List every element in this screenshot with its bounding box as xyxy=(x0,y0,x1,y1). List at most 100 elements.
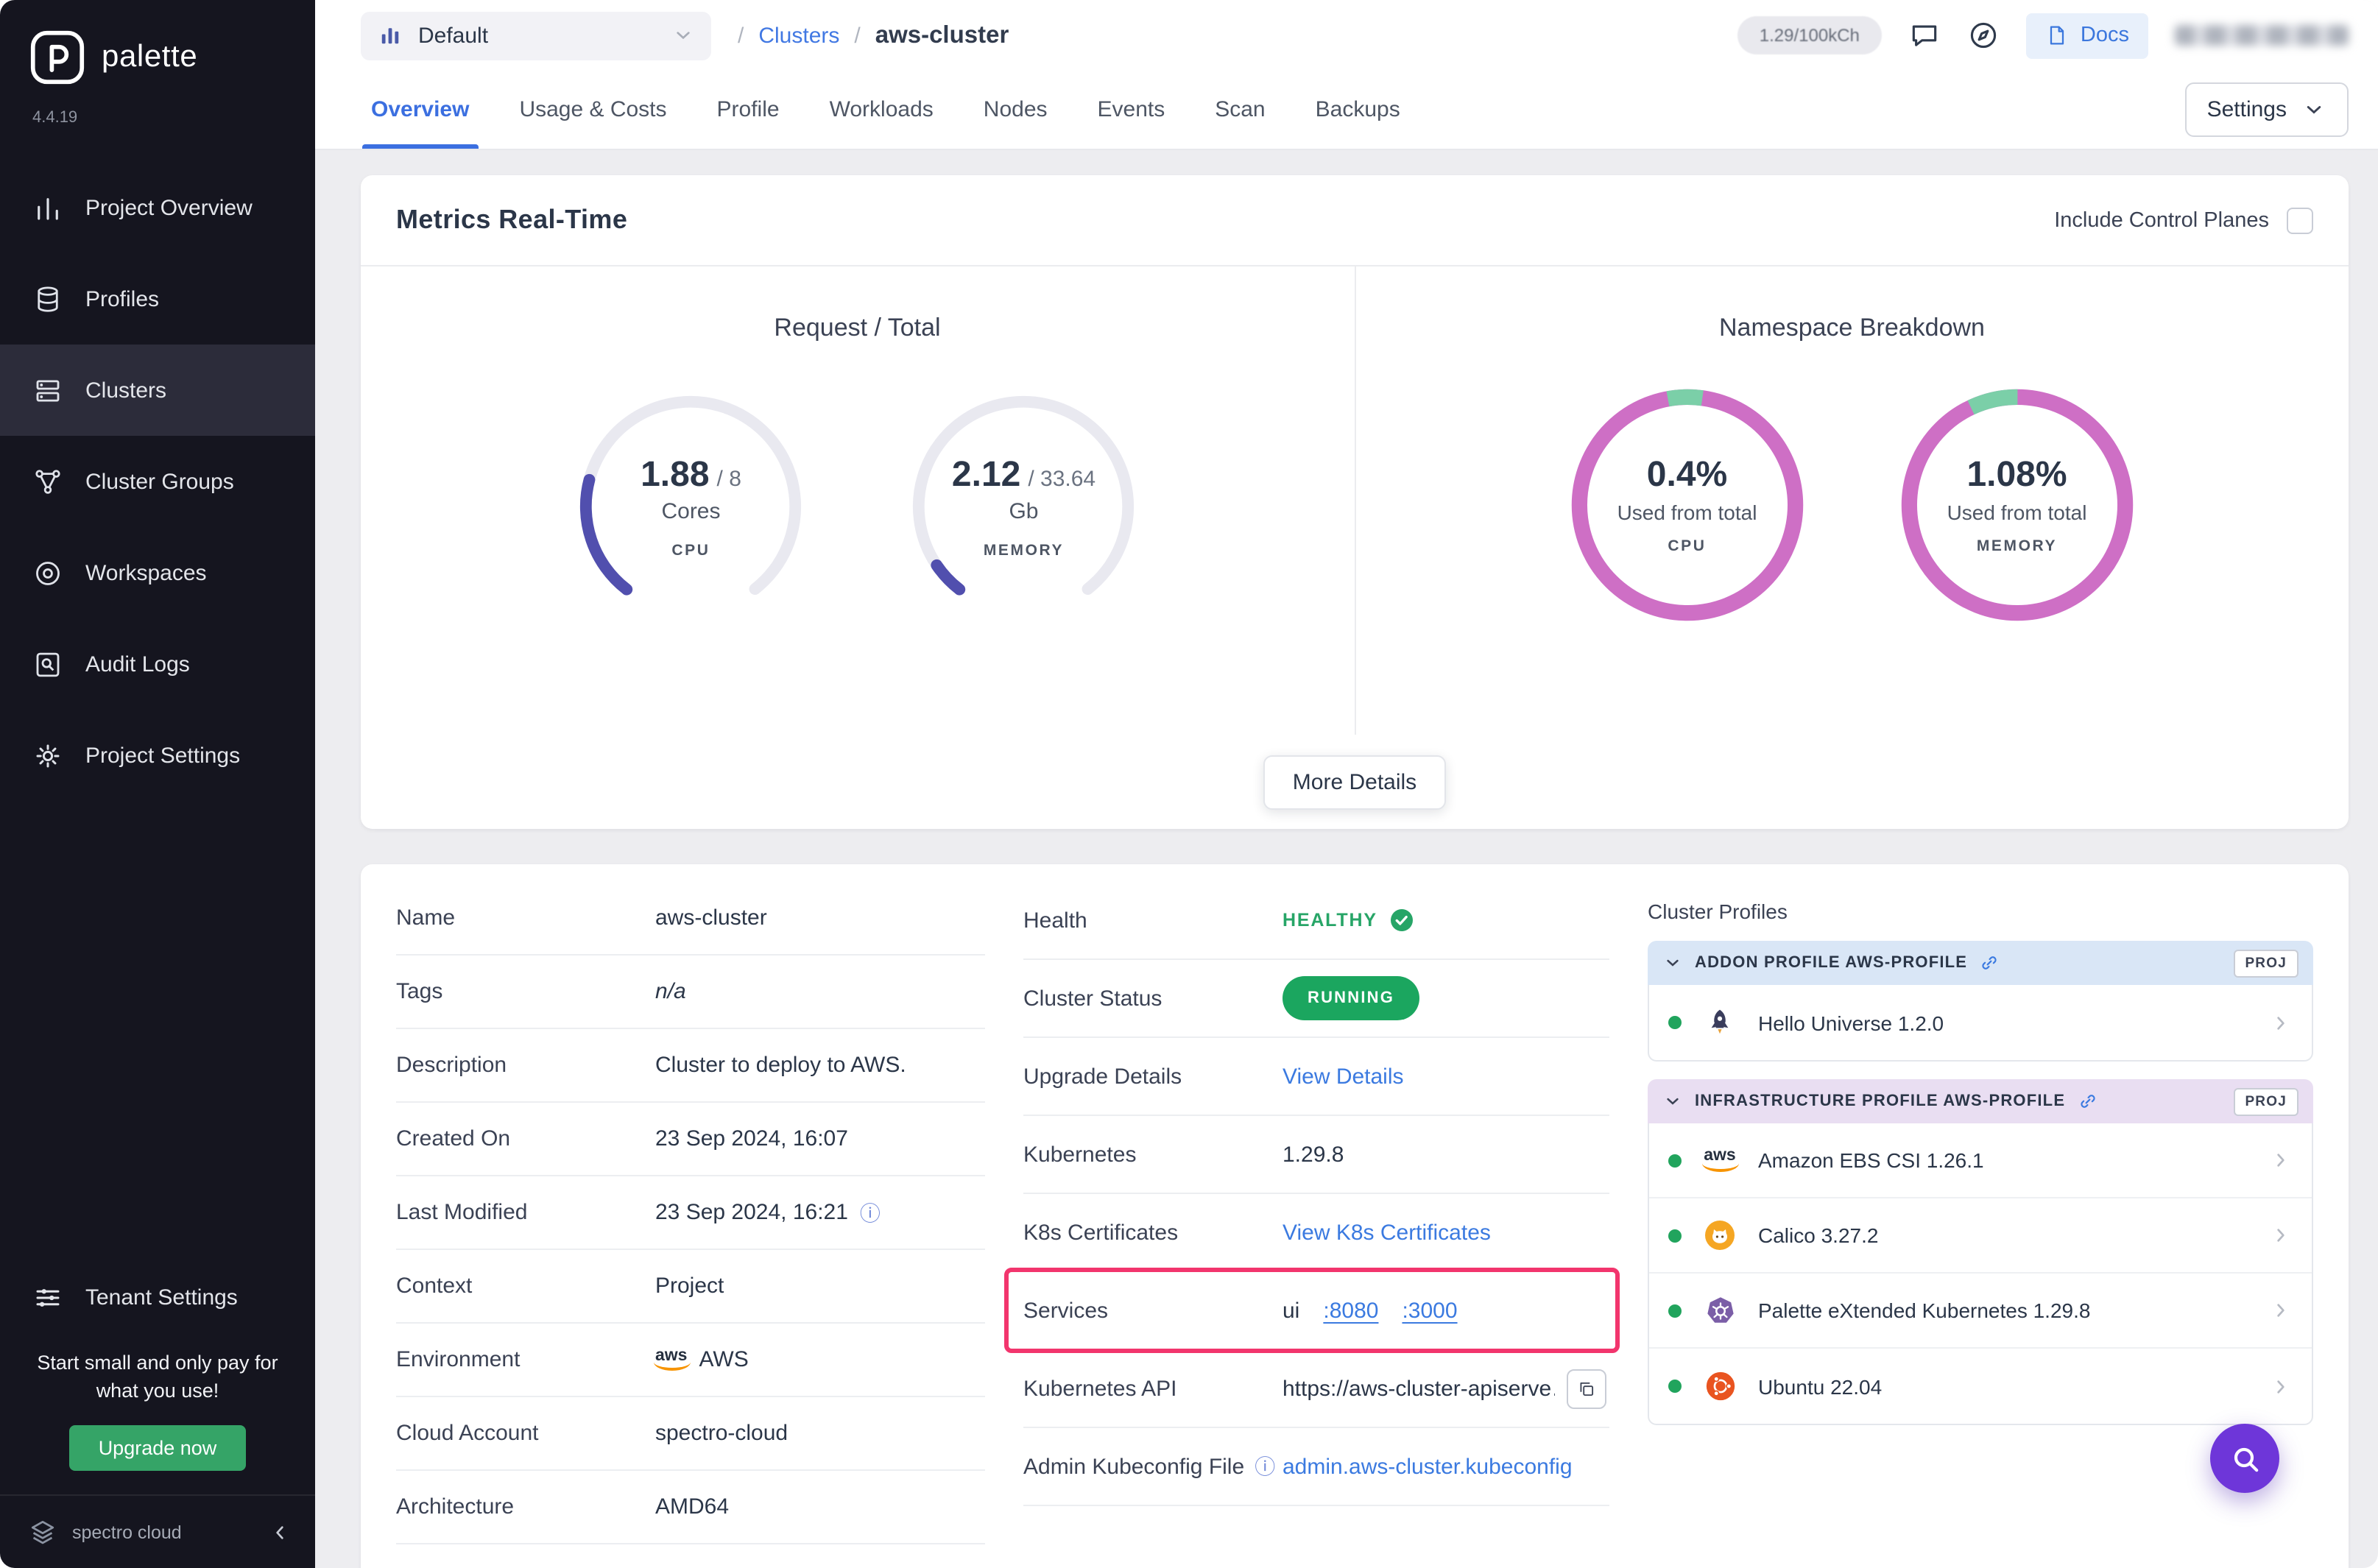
profile-item-ubuntu[interactable]: Ubuntu 22.04 xyxy=(1649,1349,2312,1424)
view-k8s-certificates-link[interactable]: View K8s Certificates xyxy=(1283,1220,1491,1245)
view-details-link[interactable]: View Details xyxy=(1283,1064,1404,1089)
aws-icon: aws xyxy=(655,1349,688,1371)
donuts-row: 0.4% Used from total CPU xyxy=(1567,384,2138,626)
profile-item-hello-universe[interactable]: Hello Universe 1.2.0 xyxy=(1649,985,2312,1060)
gauges-row: 1.88/ 8 Cores CPU xyxy=(575,390,1140,623)
profile-item-name: Ubuntu 22.04 xyxy=(1758,1374,1882,1398)
addon-profile-label: ADDON PROFILE AWS-PROFILE xyxy=(1695,954,1967,972)
memory-donut: 1.08% Used from total MEMORY xyxy=(1897,384,2138,626)
sidebar: palette 4.4.19 Project Overview Profiles… xyxy=(0,0,315,1568)
upgrade-now-button[interactable]: Upgrade now xyxy=(69,1425,247,1471)
docs-button[interactable]: Docs xyxy=(2026,13,2148,58)
profile-item-palette-extended-kubernetes[interactable]: Palette eXtended Kubernetes 1.29.8 xyxy=(1649,1274,2312,1349)
row-label: Cloud Account xyxy=(396,1421,655,1446)
detail-row-created-on: Created On 23 Sep 2024, 16:07 xyxy=(396,1103,985,1176)
chat-icon[interactable] xyxy=(1908,19,1941,52)
row-value: aws-cluster xyxy=(655,905,767,930)
search-icon xyxy=(2227,1441,2262,1476)
chevron-right-icon xyxy=(2269,1374,2293,1398)
document-icon xyxy=(2045,24,2069,47)
service-name: ui xyxy=(1283,1298,1299,1323)
detail-row-kubernetes-api: Kubernetes API https://aws-cluster-apise… xyxy=(1023,1350,1609,1428)
tab-backups[interactable]: Backups xyxy=(1291,71,1425,149)
tab-workloads[interactable]: Workloads xyxy=(805,71,959,149)
metrics-title: Metrics Real-Time xyxy=(396,205,627,236)
copy-button[interactable] xyxy=(1567,1369,1606,1408)
cluster-profiles-title: Cluster Profiles xyxy=(1648,900,2313,923)
bar-chart-icon xyxy=(32,192,63,223)
cpu-total-value: / 8 xyxy=(717,466,741,491)
sidebar-item-tenant-settings[interactable]: Tenant Settings xyxy=(0,1256,315,1338)
settings-button[interactable]: Settings xyxy=(2185,82,2349,137)
api-endpoint: https://aws-cluster-apiserve… xyxy=(1283,1376,1555,1401)
tab-usage-costs[interactable]: Usage & Costs xyxy=(494,71,691,149)
detail-row-name: Name aws-cluster xyxy=(396,882,985,956)
breadcrumb-clusters-link[interactable]: Clusters xyxy=(758,23,839,48)
palette-logo-icon xyxy=(29,29,85,85)
sidebar-item-label: Project Settings xyxy=(85,743,240,768)
chevron-down-icon xyxy=(671,24,695,47)
sidebar-item-project-settings[interactable]: Project Settings xyxy=(0,710,315,801)
sidebar-item-clusters[interactable]: Clusters xyxy=(0,345,315,436)
detail-row-services: Services ui :8080 :3000 xyxy=(1023,1272,1609,1350)
infrastructure-profile-header[interactable]: INFRASTRUCTURE PROFILE AWS-PROFILE PROJ xyxy=(1648,1079,2313,1123)
more-details-button[interactable]: More Details xyxy=(1263,755,1446,809)
collapse-sidebar-icon[interactable] xyxy=(268,1520,292,1544)
request-total-panel: Request / Total 1.88/ 8 Cores xyxy=(361,266,1355,735)
profile-item-calico[interactable]: Calico 3.27.2 xyxy=(1649,1198,2312,1274)
project-selector[interactable]: Default xyxy=(361,11,711,60)
cpu-used-value: 1.88 xyxy=(641,454,709,495)
detail-row-upgrade-details: Upgrade Details View Details xyxy=(1023,1038,1609,1116)
tab-events[interactable]: Events xyxy=(1073,71,1190,149)
calico-icon xyxy=(1701,1216,1739,1254)
sidebar-item-audit-logs[interactable]: Audit Logs xyxy=(0,618,315,710)
info-icon[interactable]: ⓘ xyxy=(1255,1456,1275,1477)
profile-item-name: Amazon EBS CSI 1.26.1 xyxy=(1758,1148,1984,1172)
sidebar-item-project-overview[interactable]: Project Overview xyxy=(0,162,315,253)
status-dot-green xyxy=(1668,1229,1682,1242)
sidebar-item-cluster-groups[interactable]: Cluster Groups xyxy=(0,436,315,527)
service-port-3000-link[interactable]: :3000 xyxy=(1402,1298,1457,1323)
tabbar: Overview Usage & Costs Profile Workloads… xyxy=(315,71,2378,150)
app-version: 4.4.19 xyxy=(0,85,315,127)
row-label: Last Modified xyxy=(396,1200,655,1225)
breadcrumb-separator: / xyxy=(738,23,744,48)
status-dot-green xyxy=(1668,1304,1682,1317)
info-icon[interactable]: ⓘ xyxy=(860,1202,881,1223)
sidebar-item-workspaces[interactable]: Workspaces xyxy=(0,527,315,618)
profile-item-amazon-ebs-csi[interactable]: aws Amazon EBS CSI 1.26.1 xyxy=(1649,1123,2312,1198)
profile-item-name: Palette eXtended Kubernetes 1.29.8 xyxy=(1758,1299,2090,1322)
chevron-down-icon xyxy=(2301,97,2326,122)
chevron-down-icon[interactable] xyxy=(1662,953,1683,973)
kubeconfig-download-link[interactable]: admin.aws-cluster.kubeconfig xyxy=(1283,1454,1573,1479)
search-fab-button[interactable] xyxy=(2210,1424,2279,1493)
rocket-icon xyxy=(1701,1003,1739,1042)
tab-overview[interactable]: Overview xyxy=(346,71,494,149)
link-icon[interactable] xyxy=(1979,953,2000,973)
addon-profile-header[interactable]: ADDON PROFILE AWS-PROFILE PROJ xyxy=(1648,941,2313,985)
compass-icon[interactable] xyxy=(1967,19,2000,52)
memory-donut-label: MEMORY xyxy=(1977,537,2057,555)
row-label: Admin Kubeconfig File xyxy=(1023,1454,1244,1479)
control-planes-checkbox[interactable] xyxy=(2287,207,2313,233)
chevron-down-icon[interactable] xyxy=(1662,1091,1683,1112)
service-port-8080-link[interactable]: :8080 xyxy=(1323,1298,1378,1323)
metrics-footer: More Details xyxy=(361,735,2349,829)
status-dot-green xyxy=(1668,1016,1682,1029)
detail-row-kubernetes: Kubernetes 1.29.8 xyxy=(1023,1116,1609,1194)
proj-badge: PROJ xyxy=(2233,1087,2298,1115)
project-chart-icon xyxy=(377,22,403,49)
tab-nodes[interactable]: Nodes xyxy=(959,71,1073,149)
tab-scan[interactable]: Scan xyxy=(1190,71,1290,149)
sidebar-bottom: Tenant Settings Start small and only pay… xyxy=(0,1256,315,1568)
tab-profile[interactable]: Profile xyxy=(692,71,805,149)
sidebar-item-profiles[interactable]: Profiles xyxy=(0,253,315,345)
memory-gauge-text: 2.12/ 33.64 Gb MEMORY xyxy=(908,390,1140,623)
cluster-details-card: Name aws-cluster Tags n/a Description Cl… xyxy=(361,864,2349,1568)
row-value: 23 Sep 2024, 16:21 xyxy=(655,1200,848,1225)
row-label: Environment xyxy=(396,1347,655,1372)
row-label: Health xyxy=(1023,908,1283,933)
brand: palette xyxy=(0,0,315,85)
link-icon[interactable] xyxy=(2077,1091,2097,1112)
row-label: Upgrade Details xyxy=(1023,1064,1283,1089)
